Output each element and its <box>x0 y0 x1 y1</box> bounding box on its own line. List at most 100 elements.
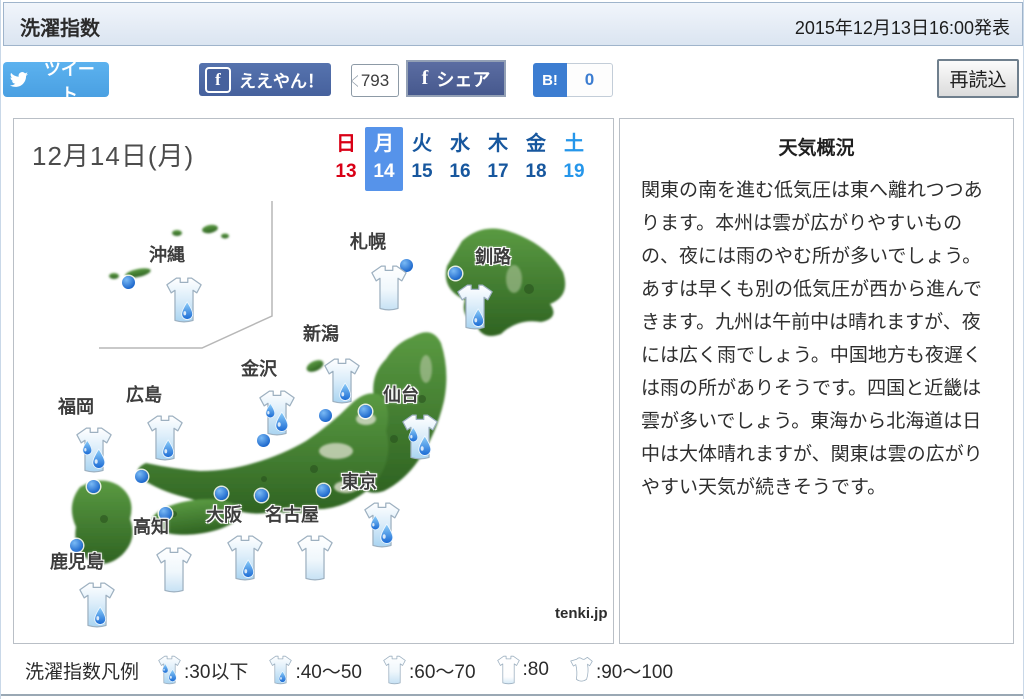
legend-title: 洗濯指数凡例 <box>25 661 140 683</box>
city-dot-icon[interactable] <box>319 409 332 422</box>
day-tab-16[interactable]: 水 16 <box>441 127 479 191</box>
legend-item: :40〜50 <box>268 655 362 685</box>
tweet-button[interactable]: ツイート <box>3 60 109 104</box>
day-date-label: 13 <box>335 161 357 182</box>
laundry-index-icon[interactable] <box>226 534 264 582</box>
facebook-icon: f <box>205 66 231 93</box>
city-label[interactable]: 札幌 <box>350 228 386 254</box>
publish-time: 2015年12月13日16:00発表 <box>794 18 1010 38</box>
city-dot-icon[interactable] <box>122 276 135 289</box>
city-label[interactable]: 名古屋 <box>265 501 319 527</box>
social-bar: ツイート f ええやん！ 793 f シェア B! 0 再読込 <box>1 47 1023 107</box>
okinawa-inset-border <box>99 201 273 349</box>
day-date-label: 17 <box>487 161 509 182</box>
laundry-index-icon[interactable] <box>146 414 184 462</box>
day-tab-13[interactable]: 日 13 <box>327 127 365 191</box>
city-dot-icon[interactable] <box>449 267 462 280</box>
city-label[interactable]: 釧路 <box>475 243 511 269</box>
day-date-label: 15 <box>411 161 433 182</box>
day-date-label: 16 <box>449 161 471 182</box>
forecast-date: 12月14日(月) <box>32 141 195 171</box>
shirt-2drops-icon <box>157 655 182 685</box>
laundry-index-icon[interactable] <box>456 283 494 331</box>
city-label[interactable]: 沖縄 <box>149 241 185 267</box>
city-label[interactable]: 東京 <box>341 468 377 494</box>
day-date-label: 19 <box>563 161 585 182</box>
legend-items: :30以下 :40〜50 :60〜70 :80 :90〜100 <box>157 655 693 685</box>
legend-item: :60〜70 <box>382 655 476 685</box>
city-label[interactable]: 仙台 <box>383 381 419 407</box>
shirt-wave-icon <box>569 655 594 685</box>
laundry-index-icon[interactable] <box>370 264 408 312</box>
page: 洗濯指数 2015年12月13日16:00発表 ツイート f ええやん！ 793… <box>0 0 1024 699</box>
day-selector: 日 13 月 14 火 15 水 16 木 17 金 18 土 19 <box>327 127 593 191</box>
city-dot-icon[interactable] <box>135 470 148 483</box>
like-count: 793 <box>360 70 390 90</box>
map-panel: 12月14日(月) 日 13 月 14 火 15 水 16 木 17 金 18 土 19 沖縄 札幌釧路新潟… <box>13 118 614 644</box>
facebook-like-label: ええやん！ <box>239 72 324 91</box>
day-tab-17[interactable]: 木 17 <box>479 127 517 191</box>
city-label[interactable]: 鹿児島 <box>50 548 104 574</box>
day-tab-18[interactable]: 金 18 <box>517 127 555 191</box>
laundry-index-icon[interactable] <box>165 276 203 324</box>
city-label[interactable]: 金沢 <box>241 355 277 381</box>
legend-item: :30以下 <box>157 655 248 685</box>
day-of-week-label: 木 <box>488 133 508 155</box>
overview-body: 関東の南を進む低気圧は東へ離れつつあります。本州は雲が広がりやすいものの、夜には… <box>641 180 983 498</box>
city-dot-icon[interactable] <box>359 405 372 418</box>
facebook-share-button[interactable]: f シェア <box>406 60 506 97</box>
legend-item-label: :90〜100 <box>595 661 674 683</box>
tenki-logo: tenki.jp <box>555 605 608 622</box>
facebook-like-button[interactable]: f ええやん！ <box>199 63 331 96</box>
day-of-week-label: 日 <box>336 133 356 155</box>
legend-item: :80 <box>496 655 549 685</box>
city-label[interactable]: 広島 <box>126 381 162 407</box>
facebook-share-label: シェア <box>436 69 491 90</box>
laundry-index-icon[interactable] <box>296 534 334 582</box>
city-dot-icon[interactable] <box>317 484 330 497</box>
page-header: 洗濯指数 2015年12月13日16:00発表 <box>3 2 1023 46</box>
tweet-button-label: ツイート <box>43 59 95 104</box>
city-label[interactable]: 福岡 <box>58 393 94 419</box>
day-of-week-label: 水 <box>450 133 470 155</box>
city-dot-icon[interactable] <box>87 480 100 493</box>
day-tab-19[interactable]: 土 19 <box>555 127 593 191</box>
day-tab-15[interactable]: 火 15 <box>403 127 441 191</box>
legend-item-label: :60〜70 <box>408 661 476 683</box>
twitter-icon <box>9 71 28 87</box>
hatena-bookmark-button[interactable]: B! 0 <box>533 63 613 97</box>
city-label[interactable]: 大阪 <box>206 501 242 527</box>
shirt-plain-icon <box>382 655 407 685</box>
legend-item-label: :30以下 <box>184 661 249 683</box>
day-of-week-label: 土 <box>564 133 584 155</box>
overview-title: 天気概況 <box>778 138 855 159</box>
facebook-icon: f <box>421 67 429 89</box>
reload-button[interactable]: 再読込 <box>937 59 1019 98</box>
day-of-week-label: 火 <box>412 133 432 155</box>
day-date-label: 14 <box>373 161 395 182</box>
page-title: 洗濯指数 <box>20 18 100 40</box>
day-date-label: 18 <box>525 161 547 182</box>
overview-panel: 天気概況 関東の南を進む低気圧は東へ離れつつあります。本州は雲が広がりやすいもの… <box>619 118 1014 644</box>
shirt-hem-icon <box>496 655 521 685</box>
day-of-week-label: 金 <box>526 133 546 155</box>
laundry-index-icon[interactable] <box>155 546 193 594</box>
laundry-index-icon[interactable] <box>78 581 116 629</box>
day-tab-14[interactable]: 月 14 <box>365 127 403 191</box>
hatena-count: 0 <box>567 63 613 97</box>
like-count-bubble: 793 <box>351 64 399 97</box>
legend-item-label: :80 <box>522 659 549 680</box>
legend-item: :90〜100 <box>569 655 673 685</box>
city-label[interactable]: 高知 <box>133 513 169 539</box>
laundry-index-icon[interactable] <box>75 426 113 474</box>
city-label[interactable]: 新潟 <box>303 320 339 346</box>
shirt-1drop-icon <box>268 655 293 685</box>
laundry-index-icon[interactable] <box>258 389 296 437</box>
laundry-index-icon[interactable] <box>363 501 401 549</box>
legend-item-label: :40〜50 <box>295 661 362 683</box>
laundry-index-icon[interactable] <box>401 413 439 461</box>
legend-bar: 洗濯指数凡例 :30以下 :40〜50 :60〜70 :80 :90〜100 <box>1 646 1023 696</box>
day-of-week-label: 月 <box>374 133 394 155</box>
city-dot-icon[interactable] <box>215 487 228 500</box>
laundry-index-icon[interactable] <box>323 357 361 405</box>
